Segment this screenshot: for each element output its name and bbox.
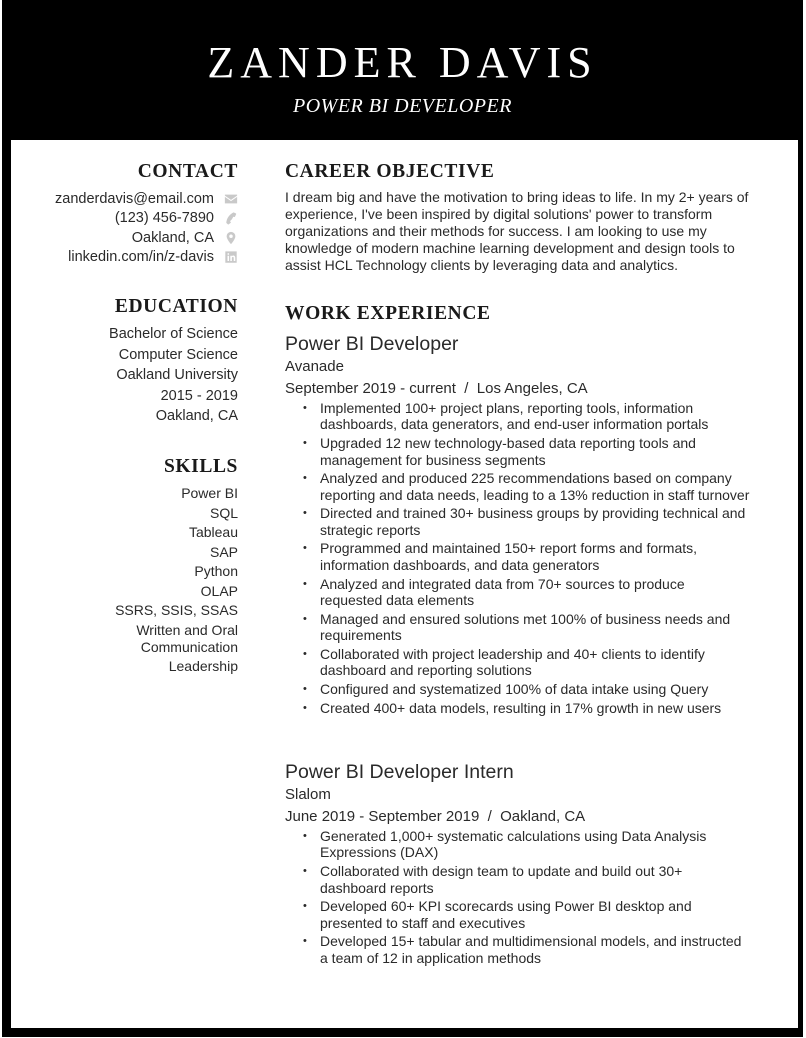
bullet-item: Upgraded 12 new technology-based data re… (285, 435, 750, 468)
candidate-name: ZANDER DAVIS (207, 38, 598, 87)
email-text[interactable]: zanderdavis@email.com (55, 191, 214, 207)
education-location: Oakland, CA (155, 408, 238, 424)
skill-item: Written and Oral Communication (136, 622, 238, 655)
bullet-item: Analyzed and integrated data from 70+ so… (285, 576, 750, 609)
skill-item: Python (194, 563, 238, 579)
resume-frame: ZANDER DAVIS POWER BI DEVELOPER CONTACT … (2, 0, 803, 1037)
job-bullets: Implemented 100+ project plans, reportin… (285, 400, 755, 716)
work-heading: WORK EXPERIENCE (285, 303, 491, 324)
skill-item: OLAP (200, 582, 238, 599)
bullet-item: Configured and systematized 100% of data… (285, 681, 750, 698)
skill-item: SSRS, SSIS, SSAS (115, 602, 238, 618)
job-company: Avanade (285, 358, 344, 375)
skills-heading: SKILLS (163, 456, 238, 477)
bullet-item: Managed and ensured solutions met 100% o… (285, 611, 750, 644)
bullet-item: Directed and trained 30+ business groups… (285, 505, 750, 538)
skill-item: Leadership (168, 657, 238, 674)
phone-icon (224, 211, 238, 225)
job-title: Power BI Developer Intern (285, 761, 514, 783)
linkedin-text[interactable]: linkedin.com/in/z-davis (68, 249, 214, 265)
job-entry: Power BI Developer Intern Slalom June 20… (285, 760, 755, 968)
map-pin-icon (224, 231, 238, 245)
phone-text[interactable]: (123) 456-7890 (115, 210, 214, 226)
resume-page: CONTACT zanderdavis@email.com (123) 456-… (11, 140, 798, 1028)
bullet-item: Collaborated with design team to update … (285, 863, 750, 896)
bullet-item: Implemented 100+ project plans, reportin… (285, 400, 750, 433)
bullet-item: Developed 60+ KPI scorecards using Power… (285, 898, 750, 931)
bullet-item: Programmed and maintained 150+ report fo… (285, 540, 750, 573)
skill-item: Tableau (188, 524, 238, 540)
job-title: Power BI Developer (285, 333, 459, 355)
education-school: Oakland University (116, 367, 238, 383)
contact-linkedin: linkedin.com/in/z-davis (0, 248, 238, 268)
linkedin-icon (224, 250, 238, 264)
bullet-item: Created 400+ data models, resulting in 1… (285, 700, 750, 717)
skill-item: SQL (209, 504, 238, 521)
contact-list: zanderdavis@email.com (123) 456-7890 Oak… (0, 189, 238, 267)
job-bullets: Generated 1,000+ systematic calculations… (285, 828, 755, 966)
job-entry: Power BI Developer Avanade September 201… (285, 332, 755, 718)
education-heading: EDUCATION (114, 296, 238, 317)
skills-list: Power BI SQL Tableau SAP Python OLAP SSR… (38, 484, 238, 676)
job-dates-location: September 2019 - current / Los Angeles, … (285, 380, 588, 397)
job-company: Slalom (285, 786, 331, 803)
bullet-item: Collaborated with project leadership and… (285, 646, 750, 679)
location-text: Oakland, CA (131, 229, 214, 246)
bullet-item: Analyzed and produced 225 recommendation… (285, 470, 750, 503)
resume-header: ZANDER DAVIS POWER BI DEVELOPER (2, 0, 803, 140)
job-dates-location: June 2019 - September 2019 / Oakland, CA (285, 808, 586, 825)
contact-email: zanderdavis@email.com (0, 189, 238, 209)
education-list: Bachelor of Science Computer Science Oak… (18, 324, 238, 427)
contact-phone: (123) 456-7890 (0, 209, 238, 229)
envelope-icon (224, 192, 238, 206)
objective-heading: CAREER OBJECTIVE (285, 161, 495, 182)
education-degree: Bachelor of Science (109, 326, 238, 342)
bullet-item: Developed 15+ tabular and multidimension… (285, 933, 750, 966)
education-years: 2015 - 2019 (160, 387, 238, 404)
objective-text: I dream big and have the motivation to b… (285, 189, 749, 273)
contact-heading: CONTACT (137, 161, 238, 182)
candidate-title: POWER BI DEVELOPER (293, 95, 512, 117)
education-major: Computer Science (118, 346, 238, 363)
skill-item: Power BI (181, 485, 238, 501)
skill-item: SAP (209, 543, 238, 560)
contact-location: Oakland, CA (0, 228, 238, 248)
bullet-item: Generated 1,000+ systematic calculations… (285, 828, 750, 861)
